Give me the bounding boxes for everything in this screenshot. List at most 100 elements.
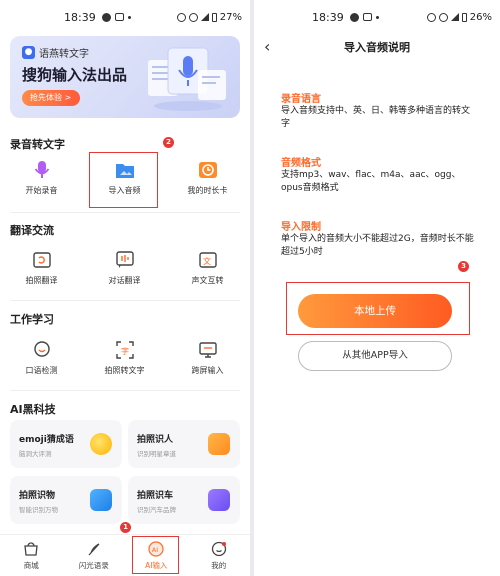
feather-pen-icon bbox=[88, 543, 100, 556]
promo-banner[interactable]: ● 语燕转文字 搜狗输入法出品 抢先体验 > bbox=[10, 36, 240, 118]
photo-to-text-button[interactable]: 字 拍照转文字 bbox=[83, 340, 166, 376]
card-title: 拍照识车 bbox=[137, 491, 174, 501]
start-recording-button[interactable]: 开始录音 bbox=[0, 160, 83, 196]
card-subtitle: 脑洞大评测 bbox=[19, 450, 52, 458]
notification-icon bbox=[101, 12, 111, 22]
bottom-tab-bar: 商城 闪光语录 AI AI输入 我的 bbox=[0, 534, 250, 576]
section-divider bbox=[10, 300, 240, 301]
local-upload-button[interactable]: 本地上传 bbox=[298, 294, 452, 328]
step-badge-3: 3 bbox=[458, 261, 469, 272]
ai-input-tab-highlight bbox=[132, 536, 179, 574]
tab-mall-label: 商城 bbox=[23, 561, 39, 570]
card-subtitle: 识别汽车品牌 bbox=[137, 506, 176, 514]
svg-text:字: 字 bbox=[121, 346, 129, 356]
status-bar: 18:39 26% bbox=[254, 0, 500, 34]
tab-flash-quotes-label: 闪光语录 bbox=[78, 561, 109, 570]
photo-translate-label: 拍照翻译 bbox=[25, 276, 58, 285]
step-badge-1: 1 bbox=[120, 522, 131, 533]
tab-mine-label: 我的 bbox=[211, 561, 227, 570]
oral-test-button[interactable]: 口语检测 bbox=[0, 340, 83, 376]
photo-translate-button[interactable]: 拍照翻译 bbox=[0, 250, 83, 286]
person-icon bbox=[208, 433, 230, 455]
card-title: 拍照识物 bbox=[19, 491, 56, 501]
banner-cta-button[interactable]: 抢先体验 > bbox=[22, 90, 80, 106]
signal-icon bbox=[200, 13, 209, 21]
battery-level: 26% bbox=[469, 11, 492, 23]
emoji-idiom-card[interactable]: emoji猜成语 脑洞大评测 bbox=[10, 420, 122, 468]
status-time: 18:39 bbox=[64, 10, 96, 24]
microphone-icon bbox=[34, 161, 49, 178]
more-dot-icon bbox=[375, 15, 379, 19]
language-body: 导入音频支持中、英、日、韩等多种语言的转文字 bbox=[281, 106, 471, 129]
eye-icon bbox=[438, 12, 448, 22]
profile-face-icon bbox=[211, 541, 226, 557]
photo-recognize-person-card[interactable]: 拍照识人 识别明星章道 bbox=[128, 420, 240, 468]
eye-icon bbox=[188, 12, 198, 22]
more-dot-icon bbox=[127, 15, 131, 19]
right-screen: 18:39 26% ‹ 导入音频说明 录音语言 导入音频支持中、英、日、韩等多种… bbox=[254, 0, 500, 576]
tab-mall[interactable]: 商城 bbox=[0, 535, 63, 576]
status-time: 18:39 bbox=[312, 10, 344, 24]
limit-body: 单个导入的音频大小不能超过2G，音频时长不能超过5小时 bbox=[281, 234, 474, 257]
translate-grid: 拍照翻译 对话翻译 文 声文互转 bbox=[0, 250, 250, 286]
section-title-ai: AI黑科技 bbox=[10, 403, 56, 416]
oral-test-label: 口语检测 bbox=[25, 366, 58, 375]
photo-recognize-object-card[interactable]: 拍照识物 智能识别万物 bbox=[10, 476, 122, 524]
microphone-illustration-icon bbox=[148, 47, 226, 111]
banner-title: 搜狗输入法出品 bbox=[22, 66, 128, 84]
clock-card-icon bbox=[198, 162, 217, 178]
message-icon bbox=[114, 13, 124, 21]
limit-heading: 导入限制 bbox=[281, 222, 321, 233]
card-title: 拍照识人 bbox=[137, 435, 174, 445]
voice-text-icon: 文 bbox=[198, 252, 217, 268]
import-audio-highlight bbox=[89, 152, 158, 208]
import-from-other-app-button[interactable]: 从其他APP导入 bbox=[298, 341, 452, 371]
card-title: emoji猜成语 bbox=[19, 435, 74, 445]
brand-logo-icon: ● bbox=[22, 46, 35, 59]
banner-brand: ● 语燕转文字 bbox=[22, 45, 89, 60]
dialog-translate-icon bbox=[115, 251, 134, 268]
alarm-icon bbox=[176, 12, 186, 22]
photo-translate-icon bbox=[32, 252, 51, 268]
card-subtitle: 智能识别万物 bbox=[19, 506, 58, 514]
format-heading: 音频格式 bbox=[281, 158, 321, 169]
card-subtitle: 识别明星章道 bbox=[137, 450, 176, 458]
format-body: 支持mp3、wav、flac、m4a、aac、ogg、opus音频格式 bbox=[281, 170, 461, 193]
section-title-translate: 翻译交流 bbox=[10, 224, 54, 237]
alarm-icon bbox=[426, 12, 436, 22]
banner-brand-label: 语燕转文字 bbox=[39, 49, 89, 60]
battery-icon bbox=[211, 12, 217, 22]
duration-card-button[interactable]: 我的时长卡 bbox=[166, 160, 249, 196]
battery-icon bbox=[461, 12, 467, 22]
battery-level: 27% bbox=[219, 11, 242, 23]
car-icon bbox=[208, 489, 230, 511]
language-heading: 录音语言 bbox=[281, 94, 321, 105]
oral-test-icon bbox=[33, 341, 50, 357]
message-icon bbox=[362, 13, 372, 21]
voice-text-convert-button[interactable]: 文 声文互转 bbox=[166, 250, 249, 286]
duration-card-label: 我的时长卡 bbox=[187, 186, 228, 195]
svg-text:文: 文 bbox=[203, 256, 211, 266]
photo-recognize-car-card[interactable]: 拍照识车 识别汽车品牌 bbox=[128, 476, 240, 524]
section-title-work: 工作学习 bbox=[10, 313, 54, 326]
section-divider bbox=[10, 212, 240, 213]
page-title: 导入音频说明 bbox=[344, 41, 410, 54]
photo-to-text-label: 拍照转文字 bbox=[104, 366, 145, 375]
left-screen: 18:39 27% ● 语燕转文字 搜狗输入法出品 抢先体验 > 录音转文字 开… bbox=[0, 0, 250, 576]
section-divider bbox=[10, 390, 240, 391]
cross-screen-input-label: 跨屏输入 bbox=[191, 366, 224, 375]
shop-icon bbox=[24, 542, 38, 556]
cube-icon bbox=[90, 489, 112, 511]
emoji-face-icon bbox=[90, 433, 112, 455]
cross-screen-input-button[interactable]: 跨屏输入 bbox=[166, 340, 249, 376]
tab-flash-quotes[interactable]: 闪光语录 bbox=[63, 535, 126, 576]
dialog-translate-button[interactable]: 对话翻译 bbox=[83, 250, 166, 286]
tab-mine[interactable]: 我的 bbox=[188, 535, 251, 576]
section-title-recording: 录音转文字 bbox=[10, 138, 65, 151]
signal-icon bbox=[450, 13, 459, 21]
nav-bar: ‹ 导入音频说明 bbox=[254, 34, 500, 60]
voice-text-label: 声文互转 bbox=[191, 276, 224, 285]
dialog-translate-label: 对话翻译 bbox=[108, 276, 141, 285]
monitor-icon bbox=[198, 342, 217, 358]
step-badge-2: 2 bbox=[163, 137, 174, 148]
